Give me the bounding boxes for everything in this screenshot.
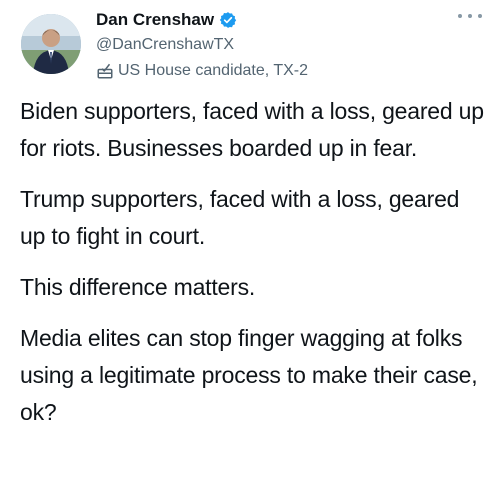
handle[interactable]: @DanCrenshawTX bbox=[96, 34, 446, 56]
tweet-paragraph: Trump supporters, faced with a loss, gea… bbox=[20, 186, 460, 249]
avatar[interactable] bbox=[21, 14, 81, 74]
tweet-paragraph: Media elites can stop finger wagging at … bbox=[20, 325, 478, 425]
display-name[interactable]: Dan Crenshaw bbox=[96, 10, 214, 30]
verified-badge-icon bbox=[219, 11, 237, 29]
account-label-text: US House candidate, TX-2 bbox=[118, 62, 309, 79]
name-row: Dan Crenshaw bbox=[96, 8, 446, 32]
tweet-paragraph: Biden supporters, faced with a loss, gea… bbox=[20, 98, 484, 161]
more-options-icon[interactable] bbox=[458, 10, 482, 22]
tweet-header: Dan Crenshaw @DanCrenshawTX US House can… bbox=[96, 8, 446, 82]
tweet-card: Dan Crenshaw @DanCrenshawTX US House can… bbox=[0, 0, 500, 497]
account-label: US House candidate, TX-2 bbox=[96, 60, 446, 82]
tweet-paragraph: This difference matters. bbox=[20, 274, 256, 300]
tweet-text: Biden supporters, faced with a loss, gea… bbox=[20, 93, 490, 431]
avatar-photo bbox=[21, 14, 81, 74]
ballot-box-icon bbox=[96, 62, 114, 80]
